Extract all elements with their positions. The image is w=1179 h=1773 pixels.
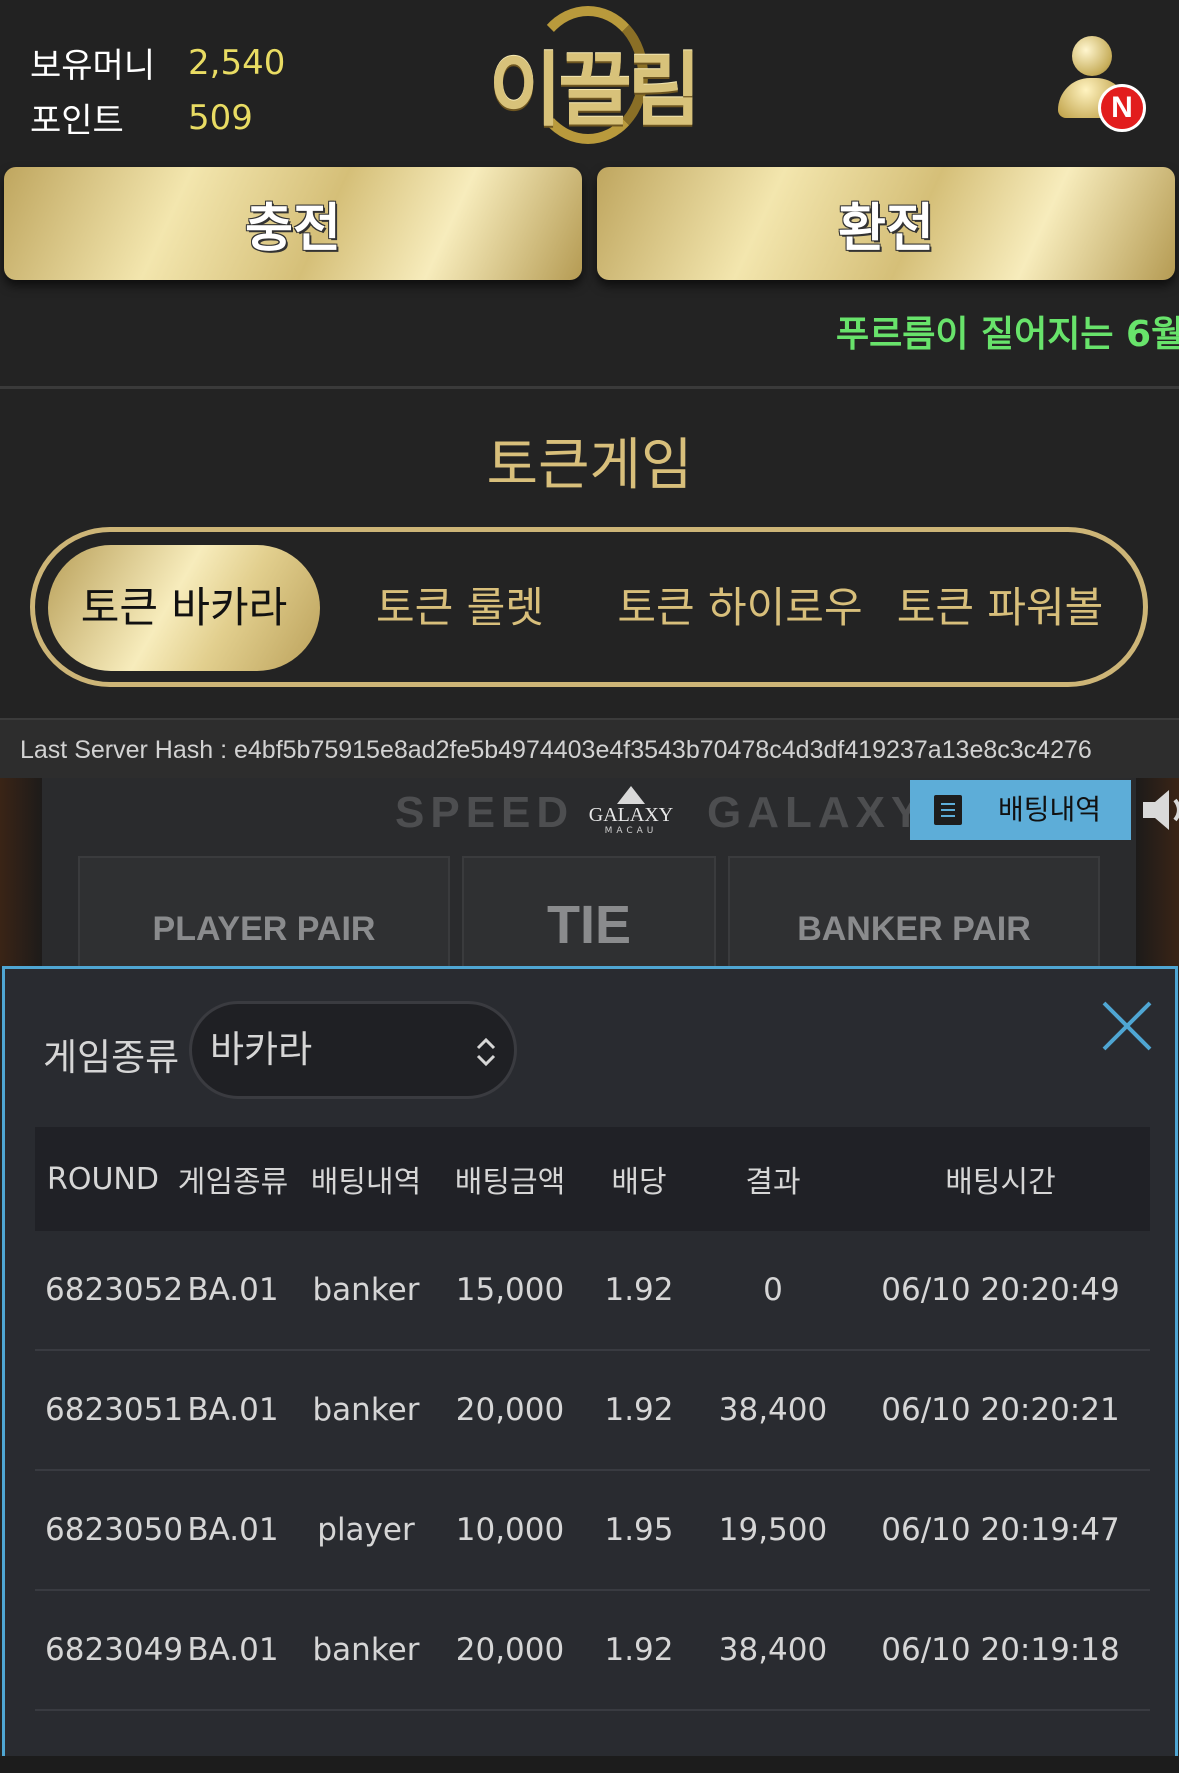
col-round: ROUND: [47, 1161, 159, 1197]
game-tabs: 토큰 바카라 토큰 룰렛 토큰 하이로우 토큰 파워볼: [30, 527, 1148, 687]
table-row: 6823051 BA.01 banker 20,000 1.92 38,400 …: [35, 1351, 1150, 1471]
notification-badge: N: [1098, 84, 1146, 132]
cell-game-type: BA.01: [187, 1632, 279, 1668]
cell-bet-detail: player: [317, 1512, 415, 1548]
bet-history-label: 배팅내역: [998, 793, 1102, 826]
galaxy-logo-subtext: MACAU: [604, 826, 658, 836]
col-bet-time: 배팅시간: [945, 1165, 1056, 1200]
cell-round: 6823050: [45, 1512, 184, 1548]
table-row: 6823050 BA.01 player 10,000 1.95 19,500 …: [35, 1471, 1150, 1591]
list-icon: [934, 795, 962, 825]
cell-result: 38,400: [718, 1392, 828, 1428]
cell-round: 6823052: [45, 1272, 184, 1308]
banker-pair-zone[interactable]: BANKER PAIR: [728, 856, 1100, 966]
col-result: 결과: [745, 1165, 801, 1200]
cell-bet-detail: banker: [312, 1392, 420, 1428]
bet-history-table: ROUND 게임종류 배팅내역 배팅금액 배당 결과 배팅시간 6823052 …: [35, 1127, 1150, 1711]
user-head-shape: [1072, 36, 1112, 76]
cell-bet-detail: banker: [312, 1632, 420, 1668]
point-label: 포인트: [30, 101, 124, 141]
cell-bet-amount: 10,000: [455, 1512, 565, 1548]
page-title: 토큰게임: [486, 433, 693, 498]
point-value: 509: [188, 97, 253, 138]
game-type-label: 게임종류: [43, 1036, 180, 1079]
top-header: 보유머니 2,540 포인트 509 이끌림 N: [0, 0, 1179, 160]
cell-bet-amount: 20,000: [455, 1632, 565, 1668]
game-table-view: SPEED GALAXY MACAU GALAXY 배팅내역 PLAYER PA…: [0, 778, 1179, 966]
col-odds: 배당: [611, 1165, 667, 1200]
col-bet-detail: 배팅내역: [310, 1165, 422, 1200]
game-type-select[interactable]: 바카라: [189, 1001, 517, 1099]
bottom-strip: [0, 1756, 1179, 1773]
cell-round: 6823051: [45, 1392, 184, 1428]
bet-history-button[interactable]: 배팅내역: [910, 780, 1131, 840]
game-board: SPEED GALAXY MACAU GALAXY 배팅내역 PLAYER PA…: [42, 778, 1179, 966]
money-row: 보유머니 2,540: [30, 38, 285, 87]
table-header: ROUND 게임종류 배팅내역 배팅금액 배당 결과 배팅시간: [35, 1127, 1150, 1231]
logo-text: 이끌림: [488, 44, 702, 137]
cell-result: 0: [763, 1272, 783, 1308]
galaxy-roof-icon: [617, 786, 645, 804]
up-down-chevron-icon: [476, 1037, 496, 1067]
cell-game-type: BA.01: [187, 1512, 279, 1548]
cell-bet-amount: 15,000: [455, 1272, 565, 1308]
cell-bet-time: 06/10 20:19:47: [881, 1512, 1120, 1548]
cell-odds: 1.92: [604, 1632, 674, 1668]
cell-bet-time: 06/10 20:20:21: [881, 1392, 1120, 1428]
tab-token-baccarat[interactable]: 토큰 바카라: [48, 545, 320, 671]
table-row: 6823049 BA.01 banker 20,000 1.92 38,400 …: [35, 1591, 1150, 1711]
point-row: 포인트 509: [30, 93, 253, 142]
col-game-type: 게임종류: [177, 1165, 289, 1200]
speaker-icon[interactable]: [1139, 784, 1179, 836]
charge-button[interactable]: 충전: [4, 167, 582, 280]
cell-game-type: BA.01: [187, 1392, 279, 1428]
cell-odds: 1.92: [604, 1392, 674, 1428]
cell-round: 6823049: [45, 1632, 184, 1668]
divider: [0, 386, 1179, 389]
tab-token-hilo[interactable]: 토큰 하이로우: [595, 545, 885, 671]
speed-text: SPEED: [395, 788, 575, 837]
notice-marquee: 푸르름이 짙어지는 6월,: [836, 314, 1179, 355]
galaxy-text: GALAXY: [707, 788, 927, 837]
cell-bet-amount: 20,000: [455, 1392, 565, 1428]
cell-odds: 1.92: [604, 1272, 674, 1308]
cell-bet-time: 06/10 20:20:49: [881, 1272, 1120, 1308]
cell-result: 19,500: [718, 1512, 828, 1548]
money-value: 2,540: [188, 42, 286, 83]
game-type-value: 바카라: [210, 1028, 313, 1071]
exchange-button[interactable]: 환전: [597, 167, 1175, 280]
money-label: 보유머니: [30, 46, 156, 86]
galaxy-logo-text: GALAXY: [588, 804, 674, 826]
cell-bet-detail: banker: [312, 1272, 420, 1308]
user-profile-icon[interactable]: N: [1052, 30, 1146, 140]
player-pair-zone[interactable]: PLAYER PAIR: [78, 856, 450, 966]
cell-odds: 1.95: [604, 1512, 674, 1548]
col-bet-amount: 배팅금액: [454, 1165, 566, 1200]
cell-bet-time: 06/10 20:19:18: [881, 1632, 1120, 1668]
server-hash: Last Server Hash : e4bf5b75915e8ad2fe5b4…: [0, 718, 1179, 778]
cell-result: 38,400: [718, 1632, 828, 1668]
tab-token-roulette[interactable]: 토큰 룰렛: [355, 545, 565, 671]
cell-game-type: BA.01: [187, 1272, 279, 1308]
tab-token-powerball[interactable]: 토큰 파워볼: [885, 545, 1115, 671]
site-logo[interactable]: 이끌림: [488, 4, 702, 144]
table-row: 6823052 BA.01 banker 15,000 1.92 0 06/10…: [35, 1231, 1150, 1351]
close-icon[interactable]: [1098, 997, 1156, 1055]
bet-history-modal: 게임종류 바카라 ROUND 게임종류 배팅내역 배팅금액 배당 결과 배팅시간…: [2, 966, 1178, 1756]
galaxy-macau-logo: GALAXY MACAU: [586, 784, 676, 848]
tie-zone[interactable]: TIE: [462, 856, 716, 966]
